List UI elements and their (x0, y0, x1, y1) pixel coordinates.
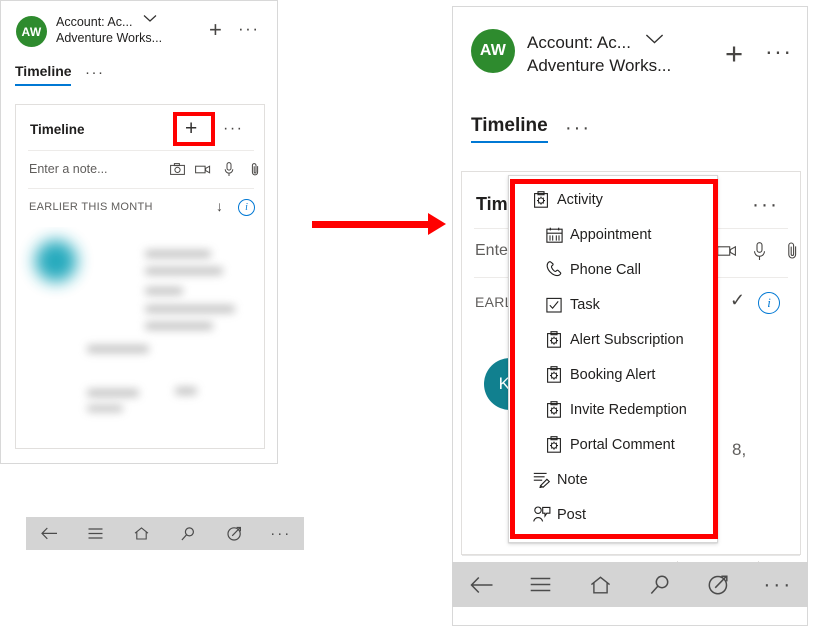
calendar-icon (546, 227, 570, 243)
menu-item-label: Portal Comment (570, 436, 675, 453)
info-icon-glyph: i (238, 199, 255, 216)
microphone-icon[interactable] (743, 238, 776, 264)
note-input-placeholder[interactable]: Enter a note... (29, 162, 108, 176)
menu-item-note[interactable]: Note (509, 462, 717, 497)
sort-down-arrow-icon[interactable]: ↓ (216, 198, 223, 214)
tab-overflow-button[interactable]: ··· (85, 65, 105, 80)
edge-icon[interactable] (689, 574, 748, 595)
menu-item-label: Post (557, 506, 587, 523)
back-icon[interactable] (26, 527, 72, 540)
note-icon (533, 471, 557, 488)
home-icon[interactable] (571, 575, 630, 594)
menu-item-label: Invite Redemption (570, 401, 687, 418)
menu-item-booking-alert[interactable]: Booking Alert (509, 357, 717, 392)
header-add-button[interactable]: + (209, 19, 222, 41)
post-icon (533, 506, 557, 523)
left-phone-mockup: AW Account: Ac... Adventure Works... + ·… (0, 0, 278, 464)
tab-timeline[interactable]: Timeline (15, 63, 72, 79)
card-overflow-button[interactable]: ··· (223, 121, 243, 137)
clipboard-activity-icon (546, 401, 570, 418)
tab-timeline[interactable]: Timeline (471, 115, 548, 137)
tab-overflow-button[interactable]: ··· (565, 118, 591, 138)
tab-active-underline (471, 141, 548, 143)
more-icon[interactable]: ··· (258, 525, 304, 542)
menu-item-label: Appointment (570, 226, 652, 243)
blurred-timeline-content (17, 227, 264, 448)
left-account-header: AW Account: Ac... Adventure Works... + ·… (1, 1, 277, 59)
info-icon[interactable]: i (238, 199, 255, 216)
header-overflow-button[interactable]: ··· (238, 20, 259, 37)
camera-icon[interactable] (164, 159, 190, 179)
menu-item-label: Phone Call (570, 261, 641, 278)
menu-item-label: Booking Alert (570, 366, 656, 383)
video-icon[interactable] (190, 159, 216, 179)
annotation-arrow-head (428, 213, 446, 235)
left-timeline-card: Timeline + ··· Enter a note... EARLIER T… (15, 104, 265, 449)
card-add-button[interactable]: + (185, 118, 197, 139)
info-icon[interactable]: i (758, 292, 780, 314)
search-icon[interactable] (630, 575, 689, 595)
clipboard-activity-icon (546, 331, 570, 348)
right-account-header: AW Account: Ac... Adventure Works... + ·… (453, 7, 807, 97)
info-icon-glyph: i (758, 292, 780, 314)
more-icon[interactable]: ··· (749, 573, 808, 597)
chevron-down-icon[interactable] (143, 14, 157, 26)
clipboard-activity-icon (546, 436, 570, 453)
edge-icon[interactable] (211, 526, 257, 541)
attachment-icon[interactable] (242, 159, 264, 179)
section-header-label: EARLIER THIS MONTH (29, 201, 153, 213)
menu-item-appointment[interactable]: Appointment (509, 217, 717, 252)
task-checkbox-icon (546, 297, 570, 313)
microphone-icon[interactable] (216, 159, 242, 179)
menu-item-phone-call[interactable]: Phone Call (509, 252, 717, 287)
header-add-button[interactable]: + (725, 38, 743, 69)
header-overflow-button[interactable]: ··· (765, 40, 792, 63)
search-icon[interactable] (165, 526, 211, 541)
sort-down-arrow-icon[interactable]: ✓ (730, 290, 745, 311)
divider (28, 188, 254, 189)
menu-item-label: Note (557, 471, 588, 488)
flyout-menu-panel: Activity Appointment Phone Call Task Alert S… (508, 175, 718, 543)
home-icon[interactable] (119, 527, 165, 540)
tab-active-underline (15, 84, 71, 86)
chevron-down-icon[interactable] (645, 32, 664, 49)
menu-item-label: Alert Subscription (570, 331, 684, 348)
account-name-line2: Adventure Works... (56, 31, 163, 45)
right-bottom-nav: ··· (452, 562, 808, 607)
menu-item-activity[interactable]: Activity (509, 182, 717, 217)
menu-item-invite-redemption[interactable]: Invite Redemption (509, 392, 717, 427)
divider (28, 150, 254, 151)
menu-item-post[interactable]: Post (509, 497, 717, 532)
account-name-line2: Adventure Works... (527, 56, 672, 75)
avatar: AW (471, 29, 515, 73)
clipboard-activity-icon (533, 191, 557, 208)
menu-icon[interactable] (511, 577, 570, 592)
left-bottom-nav: ··· (26, 517, 304, 550)
menu-item-label: Activity (557, 191, 603, 208)
menu-item-alert-subscription[interactable]: Alert Subscription (509, 322, 717, 357)
phone-icon (546, 261, 570, 278)
menu-item-task[interactable]: Task (509, 287, 717, 322)
annotation-arrow-line (312, 221, 432, 228)
clipboard-activity-icon (546, 366, 570, 383)
card-overflow-button[interactable]: ··· (752, 194, 779, 215)
back-icon[interactable] (452, 576, 511, 594)
attachment-icon[interactable] (776, 238, 800, 264)
note-toolbar (164, 159, 264, 179)
menu-icon[interactable] (72, 528, 118, 539)
left-tab-row: Timeline ··· (1, 63, 277, 91)
card-title: Timeline (30, 122, 85, 137)
add-record-flyout-menu: Activity Appointment Phone Call Task Alert S… (508, 175, 718, 543)
avatar: AW (16, 16, 47, 47)
menu-item-label: Task (570, 296, 600, 313)
account-name-line1: Account: Ac... (56, 15, 133, 29)
left-phone-screen: AW Account: Ac... Adventure Works... + ·… (0, 0, 278, 464)
account-name-line1: Account: Ac... (527, 33, 631, 52)
record-text-fragment: 8, (732, 440, 747, 459)
menu-item-portal-comment[interactable]: Portal Comment (509, 427, 717, 462)
